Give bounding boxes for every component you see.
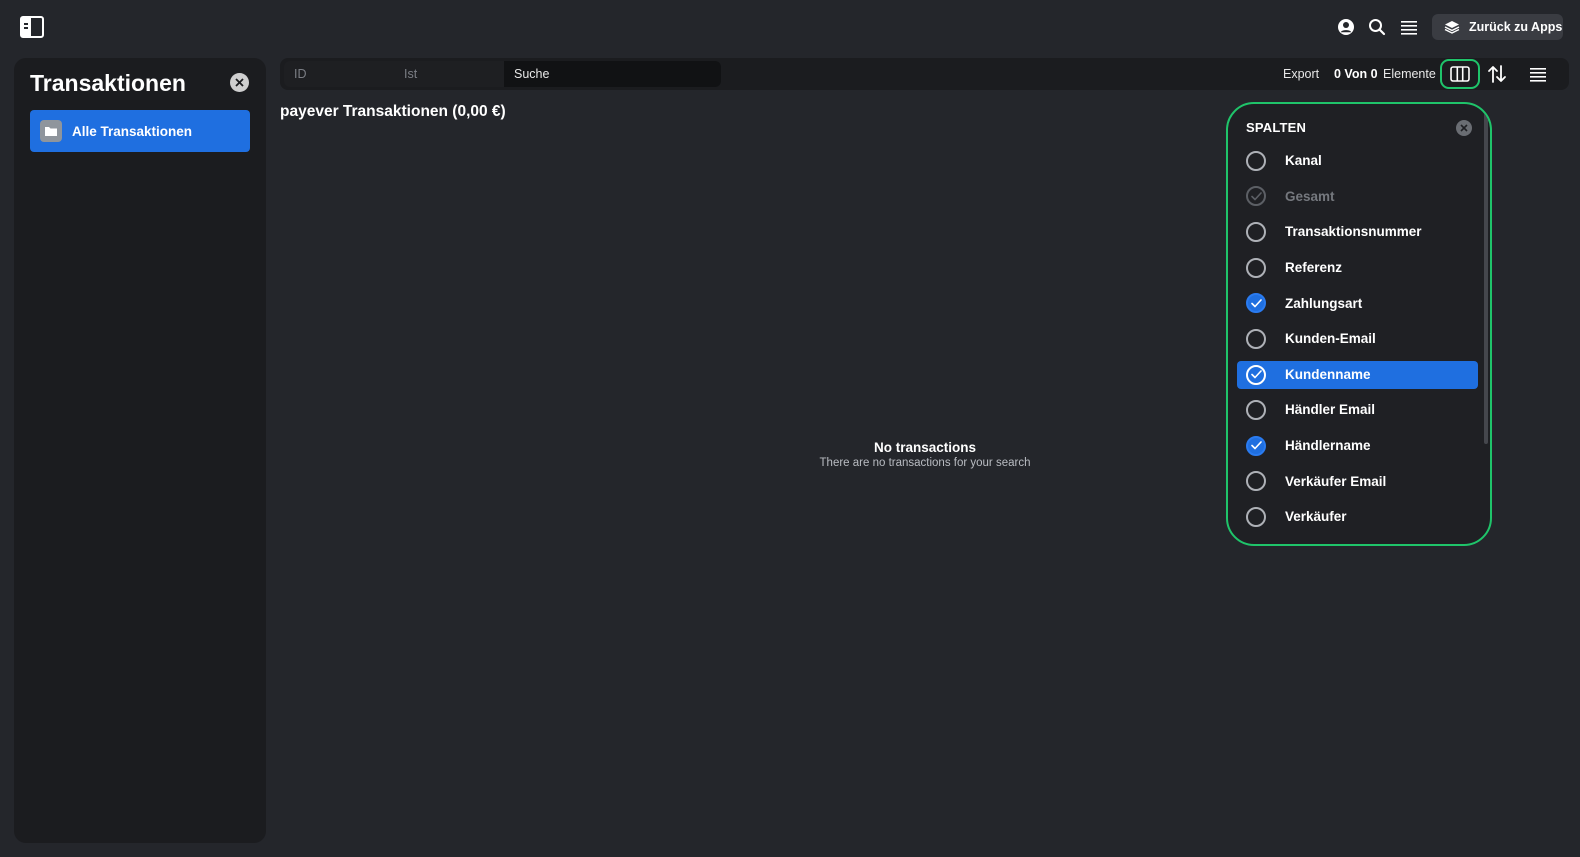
item-count-label: Elemente	[1383, 67, 1436, 81]
column-option[interactable]: Händlername	[1237, 428, 1478, 464]
sidebar-title: Transaktionen	[30, 70, 186, 96]
column-option-label: Gesamt	[1285, 188, 1335, 204]
checked-circle-icon	[1246, 186, 1266, 207]
toolbar: ID Ist Export 0 Von 0 Elemente	[280, 58, 1569, 90]
item-count: 0 Von 0	[1334, 67, 1378, 81]
columns-panel: SPALTEN Kanal Gesamt Transaktionsnummer Ref…	[1226, 102, 1492, 546]
page-title: payever Transaktionen (0,00 €)	[280, 103, 506, 120]
empty-circle-icon	[1246, 221, 1266, 242]
search-field	[504, 61, 721, 87]
column-option[interactable]: Händler Email	[1237, 392, 1478, 428]
layers-icon	[1444, 21, 1460, 34]
columns-panel-close-button[interactable]	[1456, 120, 1472, 136]
filter-group: ID Ist	[284, 61, 721, 87]
sidebar-close-button[interactable]	[230, 73, 249, 92]
column-option-label: Händler Email	[1285, 402, 1376, 418]
checked-circle-icon	[1246, 293, 1266, 314]
sidebar: Transaktionen Alle Transaktionen	[14, 58, 266, 843]
empty-circle-icon	[1246, 506, 1266, 527]
back-to-apps-label: Zurück zu Apps	[1469, 20, 1563, 34]
column-option[interactable]: Verkäufer Email	[1237, 463, 1478, 499]
columns-panel-header: SPALTEN	[1246, 120, 1307, 135]
column-option: Gesamt	[1237, 179, 1478, 215]
column-option-label: Händlername	[1285, 438, 1371, 454]
sidebar-item-all-transactions[interactable]: Alle Transaktionen	[30, 110, 250, 152]
column-option-label: Kunden-Email	[1285, 331, 1376, 347]
list-menu-icon[interactable]	[1528, 64, 1548, 84]
column-option-label: Verkäufer Email	[1285, 473, 1387, 489]
columns-button[interactable]	[1440, 59, 1480, 89]
column-option-label: Referenz	[1285, 260, 1343, 276]
column-option[interactable]: Verkäufer	[1237, 499, 1478, 535]
sort-icon[interactable]	[1486, 63, 1508, 85]
column-option-label: Zahlungsart	[1285, 295, 1363, 311]
close-icon	[235, 78, 244, 87]
column-option-label: Verkäufer	[1285, 509, 1347, 525]
empty-circle-icon	[1246, 257, 1266, 278]
top-bar: Zurück zu Apps	[0, 0, 1580, 54]
column-option[interactable]: Kundenname	[1237, 360, 1478, 389]
column-option[interactable]: Referenz	[1237, 250, 1478, 286]
filter-field-select[interactable]: ID	[284, 61, 394, 87]
menu-icon[interactable]	[1399, 17, 1419, 37]
columns-icon	[1450, 66, 1470, 82]
empty-circle-icon	[1246, 150, 1266, 171]
column-option[interactable]: Zahlungsart	[1237, 285, 1478, 321]
column-option[interactable]: Kanal	[1237, 143, 1478, 179]
column-option[interactable]: Kunden-Email	[1237, 321, 1478, 357]
checked-circle-icon	[1246, 435, 1266, 456]
folder-icon	[40, 120, 62, 142]
sidebar-item-label: Alle Transaktionen	[72, 123, 193, 139]
empty-state-title: No transactions	[873, 440, 977, 455]
account-icon[interactable]	[1336, 17, 1356, 37]
filter-operator-select[interactable]: Ist	[394, 61, 504, 87]
search-input[interactable]	[514, 67, 721, 81]
export-button[interactable]: Export	[1283, 58, 1319, 90]
empty-circle-icon	[1246, 328, 1266, 349]
column-option-label: Transaktionsnummer	[1285, 224, 1422, 240]
sidebar-toggle-icon[interactable]	[20, 16, 44, 38]
close-icon	[1460, 124, 1468, 132]
empty-state: No transactions There are no transaction…	[775, 440, 1075, 469]
search-icon[interactable]	[1367, 17, 1387, 37]
column-option[interactable]: Transaktionsnummer	[1237, 214, 1478, 250]
checked-circle-icon	[1246, 364, 1266, 385]
empty-circle-icon	[1246, 471, 1266, 492]
back-to-apps-button[interactable]: Zurück zu Apps	[1432, 14, 1563, 40]
columns-list: Kanal Gesamt Transaktionsnummer Referenz Zah…	[1228, 143, 1490, 535]
column-option-label: Kanal	[1285, 153, 1322, 169]
empty-state-subtitle: There are no transactions for your searc…	[819, 457, 1031, 469]
empty-circle-icon	[1246, 399, 1266, 420]
column-option-label: Kundenname	[1285, 367, 1371, 383]
